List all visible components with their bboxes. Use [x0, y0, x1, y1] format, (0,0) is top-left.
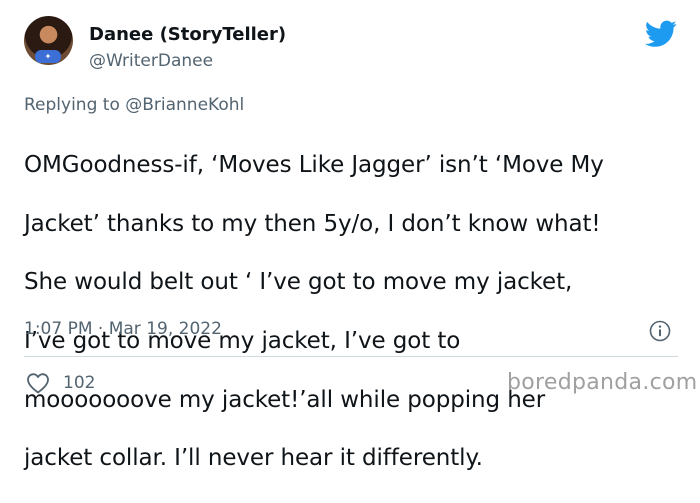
divider: [24, 356, 678, 357]
tweet-text-line: She would belt out ‘ I’ve got to move my…: [24, 269, 573, 296]
replying-to[interactable]: Replying to @BrianneKohl: [24, 95, 244, 115]
tweet-text: OMGoodness-if, ‘Moves Like Jagger’ isn’t…: [24, 122, 684, 503]
info-icon[interactable]: [649, 320, 671, 342]
tweet-timestamp[interactable]: 1:07 PM · Mar 19, 2022: [24, 319, 222, 339]
user-handle[interactable]: @WriterDanee: [89, 51, 213, 71]
tweet-text-line: Jacket’ thanks to my then 5y/o, I don’t …: [24, 210, 601, 237]
heart-icon[interactable]: [26, 372, 50, 394]
avatar[interactable]: ✦: [24, 16, 73, 65]
display-name[interactable]: Danee (StoryTeller): [89, 24, 286, 45]
like-count: 102: [63, 373, 96, 393]
avatar-badge: ✦: [35, 50, 61, 63]
tweet-text-line: jacket collar. I’ll never hear it differ…: [24, 445, 483, 472]
twitter-bird-icon: [645, 20, 677, 47]
tweet-text-line: OMGoodness-if, ‘Moves Like Jagger’ isn’t…: [24, 152, 604, 179]
watermark: boredpanda.com: [507, 370, 698, 395]
